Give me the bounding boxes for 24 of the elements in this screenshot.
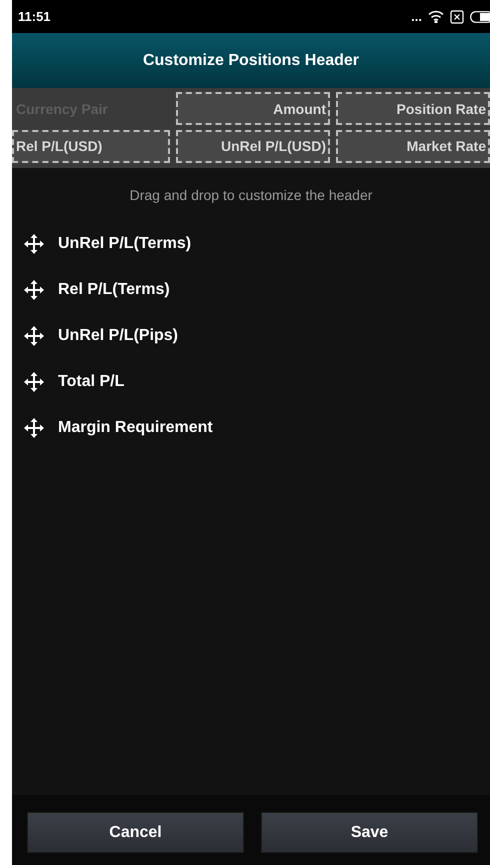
draggable-item[interactable]: UnRel P/L(Pips) <box>58 327 178 345</box>
save-button[interactable]: Save <box>261 812 478 853</box>
sim-icon <box>450 10 464 24</box>
draggable-item[interactable]: UnRel P/L(Terms) <box>58 235 192 253</box>
header-slot[interactable]: Position Rate <box>336 92 490 125</box>
status-dots: ... <box>411 9 422 24</box>
move-icon <box>24 280 44 300</box>
draggable-item[interactable]: Total P/L <box>58 373 124 391</box>
move-icon <box>24 326 44 346</box>
header-slot[interactable]: UnRel P/L(USD) <box>176 130 330 162</box>
header-slot[interactable]: Amount <box>176 92 330 125</box>
screen-title: Customize Positions Header <box>142 52 360 70</box>
status-time: 11:51 <box>18 9 51 24</box>
header-slot[interactable]: Rel P/L(USD) <box>12 130 170 162</box>
draggable-item[interactable]: Rel P/L(Terms) <box>58 281 170 299</box>
header-slot[interactable]: Market Rate <box>336 130 490 162</box>
draggable-item[interactable]: Margin Requirement <box>58 419 213 437</box>
move-icon <box>24 372 44 392</box>
move-icon <box>24 234 44 254</box>
instruction-text: Drag and drop to customize the header <box>128 186 374 205</box>
cancel-button[interactable]: Cancel <box>27 812 244 853</box>
battery-icon <box>470 10 490 22</box>
move-icon <box>24 418 44 438</box>
wifi-icon <box>428 10 444 23</box>
